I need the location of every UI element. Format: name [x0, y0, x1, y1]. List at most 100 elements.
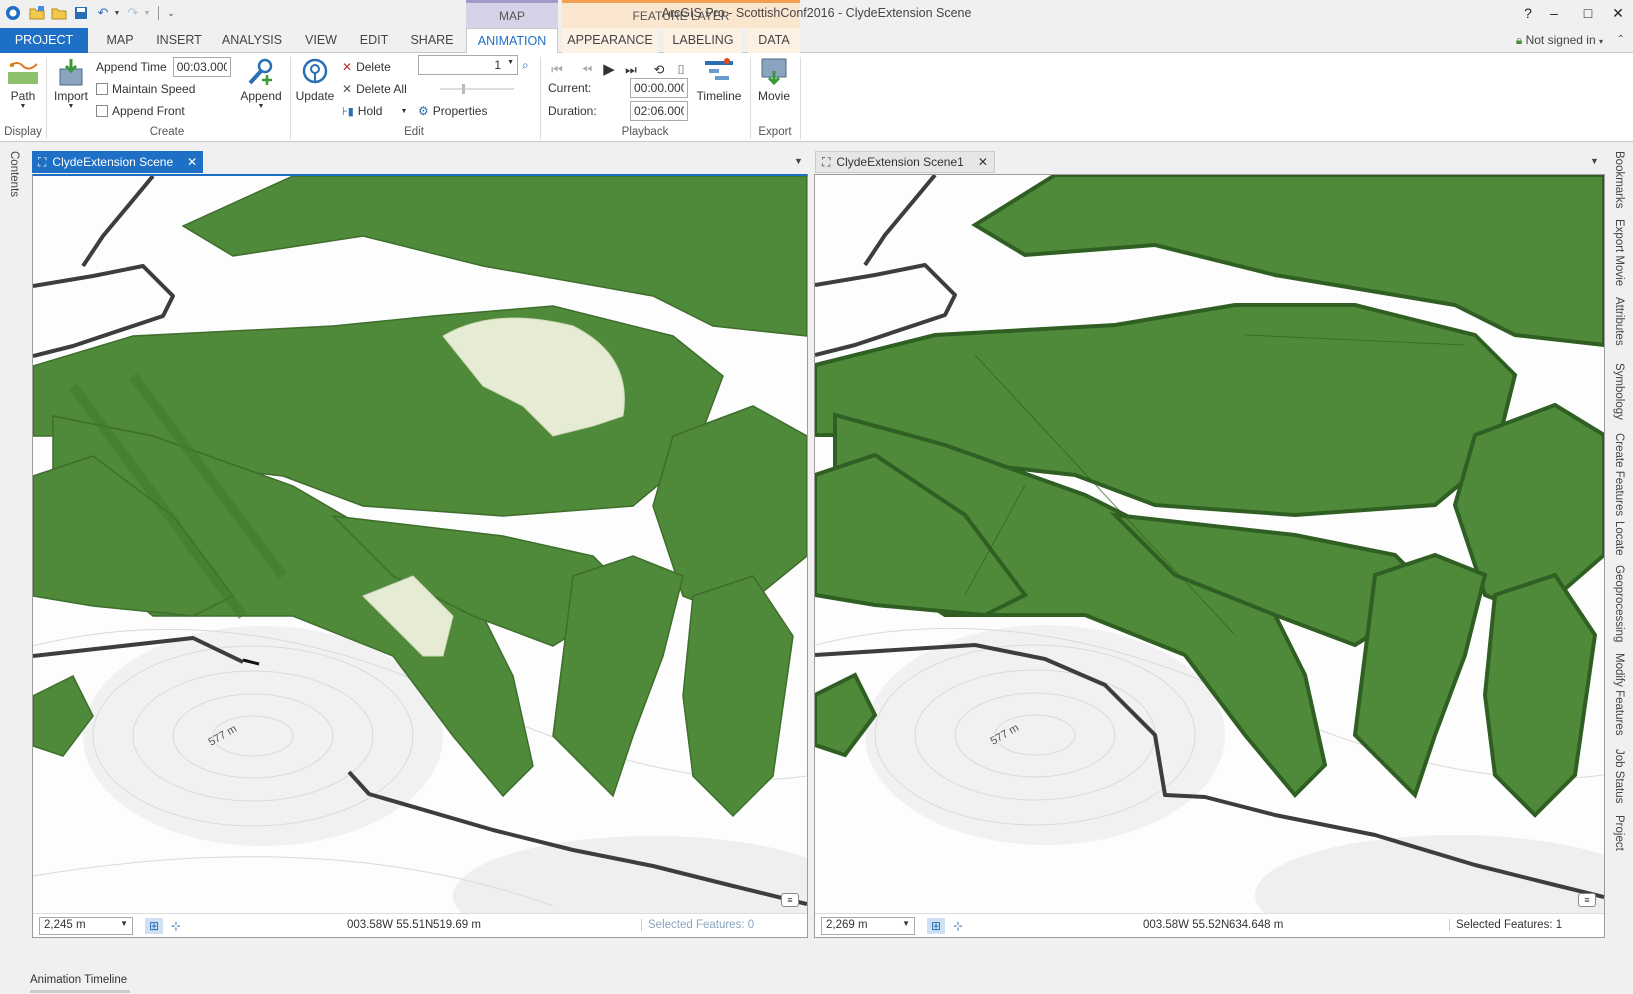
map-view-left[interactable]: 577 m ≡ 2,245 m ▼ ⊞ ⊹ 003.58W 55.51N 519…	[32, 174, 808, 938]
append-time-input[interactable]	[172, 57, 231, 77]
navigator-icon[interactable]: ⊞	[927, 918, 945, 934]
tab-edit[interactable]: EDIT	[352, 28, 396, 53]
timeline-icon	[702, 57, 736, 87]
capture-icon[interactable]: ⌷	[672, 61, 690, 79]
update-button[interactable]: Update	[294, 57, 336, 103]
group-label-edit: Edit	[404, 126, 424, 138]
pane-menu-chevron-icon[interactable]: ▼	[1590, 156, 1599, 166]
loop-icon[interactable]: ⟲	[650, 61, 668, 79]
import-button[interactable]: Import ▼	[50, 57, 92, 110]
maximize-button[interactable]: □	[1574, 2, 1602, 24]
delete-all-icon: ✕	[342, 82, 353, 96]
properties-button[interactable]: ⚙︎ Properties	[418, 101, 487, 121]
scene-canvas-left[interactable]: 577 m	[33, 176, 807, 914]
attributes-pane-tab[interactable]: Attributes	[1613, 297, 1625, 346]
append-front-row[interactable]: Append Front	[96, 101, 185, 121]
current-row: Current:	[548, 78, 688, 98]
maintain-speed-row[interactable]: Maintain Speed	[96, 79, 195, 99]
modify-features-pane-tab[interactable]: Modify Features	[1613, 653, 1625, 735]
bookmarks-pane-tab[interactable]: Bookmarks	[1613, 151, 1625, 209]
close-window-button[interactable]: ✕	[1604, 2, 1632, 24]
selected-features-count[interactable]: Selected Features: 1	[1449, 919, 1562, 931]
scale-value: 2,269 m	[826, 919, 868, 931]
tab-clydeextension-scene[interactable]: ⛶ ClydeExtension Scene ✕	[32, 151, 204, 173]
project-pane-tab[interactable]: Project	[1613, 815, 1625, 851]
collapse-ribbon-icon[interactable]: ⌃	[1617, 34, 1625, 45]
scene-canvas-right[interactable]: 577 m	[815, 175, 1604, 915]
update-label: Update	[295, 89, 335, 103]
tab-view[interactable]: VIEW	[298, 28, 344, 53]
scale-select[interactable]: 2,269 m ▼	[821, 917, 915, 935]
tab-labeling[interactable]: LABELING	[664, 28, 742, 53]
tab-insert[interactable]: INSERT	[152, 28, 206, 53]
geoprocessing-pane-tab[interactable]: Geoprocessing	[1613, 565, 1625, 642]
coordinates-readout: 003.58W 55.52N	[1143, 919, 1230, 931]
map-view-right[interactable]: 577 m ≡ 2,269 m ▼ ⊞ ⊹ 003.58W 55.52N 634…	[814, 174, 1605, 938]
movie-button[interactable]: Movie	[752, 57, 796, 103]
tab-animation[interactable]: ANIMATION	[466, 28, 558, 54]
tab-data[interactable]: DATA	[748, 28, 800, 53]
pane-tab-title: ClydeExtension Scene	[52, 155, 174, 169]
path-button[interactable]: Path ▼	[4, 57, 42, 110]
animation-timeline-tab[interactable]: Animation Timeline	[30, 974, 127, 986]
keyframe-slider[interactable]	[440, 84, 514, 94]
navigator-icon[interactable]: ⊞	[145, 918, 163, 934]
close-icon[interactable]: ✕	[187, 155, 197, 169]
contents-pane-tab[interactable]: Contents	[8, 151, 20, 197]
delete-icon: ✕	[342, 60, 353, 74]
keyframe-number-row: 1 ▼ ⌕	[418, 55, 529, 75]
tab-map[interactable]: MAP	[96, 28, 144, 53]
timeline-button[interactable]: Timeline	[694, 57, 744, 103]
chevron-down-icon: ▼	[67, 103, 75, 110]
map-notes-icon[interactable]: ≡	[1578, 893, 1596, 907]
current-time-input[interactable]	[630, 78, 688, 98]
job-status-pane-tab[interactable]: Job Status	[1613, 749, 1625, 803]
append-front-checkbox[interactable]	[96, 105, 108, 117]
delete-button[interactable]: ✕ Delete	[342, 57, 391, 77]
append-time-row: Append Time	[96, 57, 231, 77]
locate-pane-tab[interactable]: Locate	[1613, 521, 1625, 556]
maintain-speed-label: Maintain Speed	[112, 82, 196, 96]
previous-keyframe-icon[interactable]: ⏪︎	[578, 61, 596, 79]
go-to-start-icon[interactable]: ⏮︎	[548, 61, 566, 79]
append-button[interactable]: Append ▼	[236, 57, 286, 110]
delete-all-label: Delete All	[356, 82, 407, 96]
group-separator	[800, 57, 801, 139]
tab-clydeextension-scene1[interactable]: ⛶ ClydeExtension Scene1 ✕	[815, 151, 995, 173]
elevation-readout: 634.648 m	[1229, 919, 1284, 931]
delete-all-button[interactable]: ✕ Delete All	[342, 79, 407, 99]
sign-in-status[interactable]: 🔒︎ Not signed in ▾	[1516, 33, 1603, 48]
keyframe-number-select[interactable]: 1 ▼	[418, 55, 518, 75]
zoom-to-keyframe-icon[interactable]: ⌕	[522, 58, 529, 73]
symbology-pane-tab[interactable]: Symbology	[1613, 363, 1625, 420]
maintain-speed-checkbox[interactable]	[96, 83, 108, 95]
tab-analysis[interactable]: ANALYSIS	[216, 28, 288, 53]
append-keyframe-icon	[244, 57, 278, 87]
movie-label: Movie	[757, 89, 790, 103]
status-bar-right: 2,269 m ▼ ⊞ ⊹ 003.58W 55.52N 634.648 m S…	[815, 913, 1604, 937]
export-movie-pane-tab[interactable]: Export Movie	[1613, 219, 1625, 286]
hold-button[interactable]: ⊦▮ Hold ▼	[342, 101, 407, 121]
play-icon[interactable]: ▶	[600, 61, 618, 79]
snapping-icon[interactable]: ⊹	[949, 918, 967, 934]
pane-menu-chevron-icon[interactable]: ▼	[794, 156, 803, 166]
minimize-button[interactable]: –	[1540, 2, 1568, 24]
left-dock-strip: Contents	[0, 143, 28, 958]
duration-row: Duration:	[548, 101, 688, 121]
snapping-icon[interactable]: ⊹	[167, 918, 185, 934]
hold-icon: ⊦▮	[342, 105, 354, 118]
create-features-pane-tab[interactable]: Create Features	[1613, 433, 1625, 516]
go-to-end-icon[interactable]: ⏭︎	[622, 61, 640, 79]
duration-input[interactable]	[630, 101, 688, 121]
tab-appearance[interactable]: APPEARANCE	[562, 28, 658, 53]
help-button[interactable]: ?	[1514, 2, 1542, 24]
map-notes-icon[interactable]: ≡	[781, 893, 799, 907]
close-icon[interactable]: ✕	[978, 155, 988, 169]
keyframe-slider-thumb[interactable]	[462, 84, 465, 94]
selected-features-count[interactable]: Selected Features: 0	[641, 919, 754, 931]
tab-share[interactable]: SHARE	[404, 28, 460, 53]
scale-select[interactable]: 2,245 m ▼	[39, 917, 133, 935]
timeline-label: Timeline	[696, 89, 742, 103]
properties-icon: ⚙︎	[418, 104, 429, 118]
tab-project[interactable]: PROJECT	[0, 28, 88, 53]
